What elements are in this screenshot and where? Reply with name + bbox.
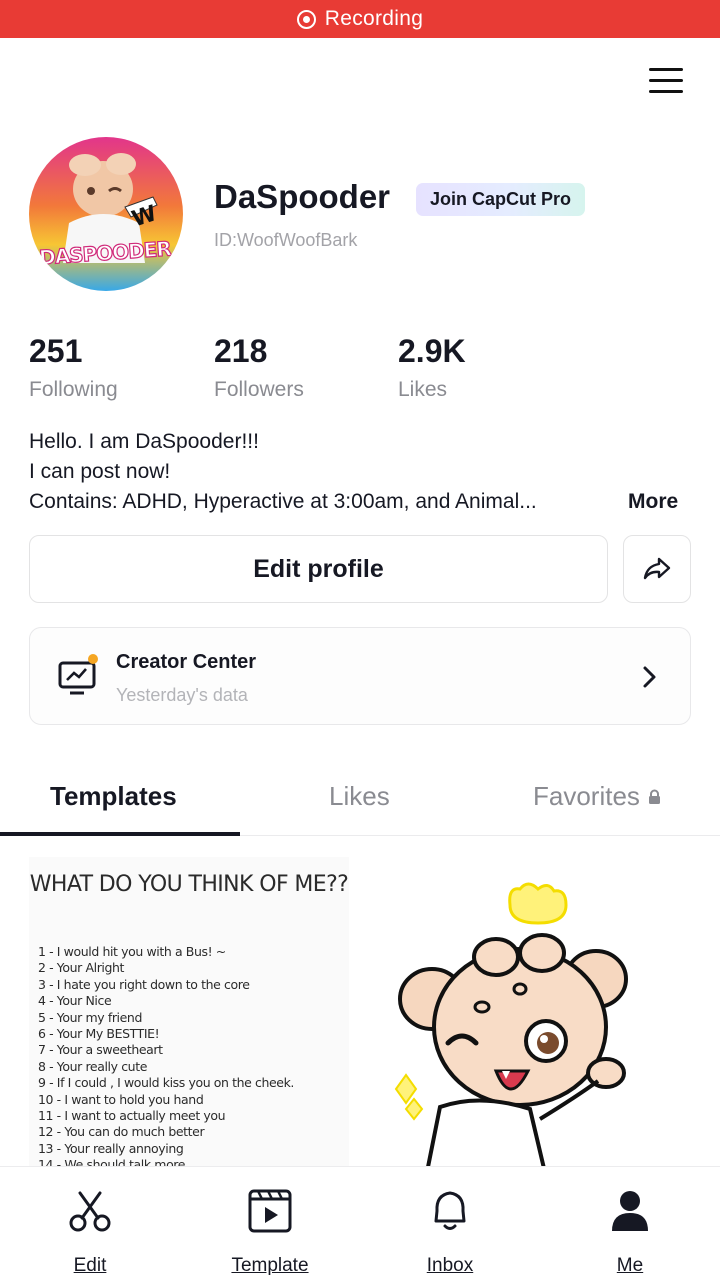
- recording-banner: Recording: [0, 0, 720, 38]
- list-item: 6 - Your My BESTTIE!: [38, 1026, 160, 1042]
- username: DaSpooder: [214, 178, 391, 215]
- hamburger-menu-icon[interactable]: [648, 66, 684, 96]
- monitor-chart-icon: [58, 654, 98, 695]
- bio-more-link[interactable]: More: [628, 490, 678, 514]
- avatar[interactable]: W DASPOODER: [29, 137, 183, 291]
- join-pro-badge[interactable]: Join CapCut Pro: [416, 183, 586, 216]
- list-item: 2 - Your Alright: [38, 960, 125, 976]
- list-item: 12 - You can do much better: [38, 1124, 205, 1140]
- list-item: 9 - If I could , I would kiss you on the…: [38, 1075, 295, 1091]
- list-item: 3 - I hate you right down to the core: [38, 976, 250, 992]
- active-tab-indicator: [0, 832, 240, 836]
- creator-center-card[interactable]: Creator Center Yesterday's data: [29, 627, 691, 725]
- nav-edit[interactable]: Edit: [0, 1167, 180, 1280]
- nav-me[interactable]: Me: [540, 1167, 720, 1280]
- edit-profile-button[interactable]: Edit profile: [29, 535, 608, 603]
- nav-template[interactable]: Template: [180, 1167, 360, 1280]
- template-card[interactable]: WHAT DO YOU THINK OF ME?? 1 - I would hi…: [29, 857, 349, 1177]
- creator-center-title: Creator Center: [116, 651, 257, 673]
- stat-likes-label: Likes: [398, 378, 448, 401]
- list-item: 5 - Your my friend: [38, 1009, 142, 1025]
- person-icon: [612, 1191, 648, 1231]
- stat-following-count: 251: [29, 333, 83, 369]
- list-item: 4 - Your Nice: [38, 993, 112, 1009]
- nav-inbox[interactable]: Inbox: [360, 1167, 540, 1280]
- user-id: ID:WoofWoofBark: [214, 230, 358, 250]
- template-list: 1 - I would hit you with a Bus! ~ 2 - Yo…: [38, 944, 294, 1174]
- bio-line: I can post now!: [29, 460, 171, 483]
- cartoon-dog-image: [394, 882, 628, 1177]
- list-item: 1 - I would hit you with a Bus! ~: [38, 944, 226, 959]
- share-profile-button[interactable]: [623, 535, 691, 603]
- bio-line: Contains: ADHD, Hyperactive at 3:00am, a…: [29, 490, 537, 513]
- template-card[interactable]: [370, 857, 690, 1177]
- nav-template-label: Template: [231, 1255, 309, 1276]
- creator-center-subtitle: Yesterday's data: [116, 685, 248, 705]
- profile-tabs: Templates Likes Favorites: [0, 760, 720, 836]
- recording-label: Recording: [324, 7, 424, 30]
- tab-templates[interactable]: Templates: [50, 781, 177, 812]
- bio-line: Hello. I am DaSpooder!!!: [29, 430, 259, 453]
- lock-icon: [648, 789, 660, 804]
- stat-followers-label: Followers: [214, 378, 304, 401]
- list-item: 7 - Your a sweetheart: [38, 1042, 163, 1058]
- list-item: 8 - Your really cute: [38, 1058, 147, 1074]
- share-arrow-icon: [643, 557, 671, 580]
- stat-likes-count: 2.9K: [398, 333, 466, 369]
- tab-favorites[interactable]: Favorites: [533, 781, 661, 812]
- stat-following-label: Following: [29, 378, 118, 401]
- list-item: 11 - I want to actually meet you: [38, 1108, 226, 1124]
- template-title: WHAT DO YOU THINK OF ME??: [29, 872, 349, 897]
- bell-icon: [434, 1191, 466, 1230]
- list-item: 13 - Your really annoying: [38, 1140, 184, 1156]
- nav-me-label: Me: [616, 1255, 644, 1276]
- stat-followers-count: 218: [214, 333, 268, 369]
- nav-inbox-label: Inbox: [426, 1255, 474, 1276]
- list-item: 10 - I want to hold you hand: [38, 1091, 204, 1107]
- film-play-icon: [248, 1189, 292, 1233]
- bottom-nav: Edit Template Inbox Me: [0, 1166, 720, 1280]
- record-icon: [296, 9, 316, 29]
- tab-favorites-label: Favorites: [533, 781, 640, 811]
- nav-edit-label: Edit: [73, 1255, 107, 1276]
- scissors-icon: [69, 1191, 111, 1232]
- tab-likes[interactable]: Likes: [329, 781, 390, 812]
- chevron-right-icon: [643, 666, 656, 688]
